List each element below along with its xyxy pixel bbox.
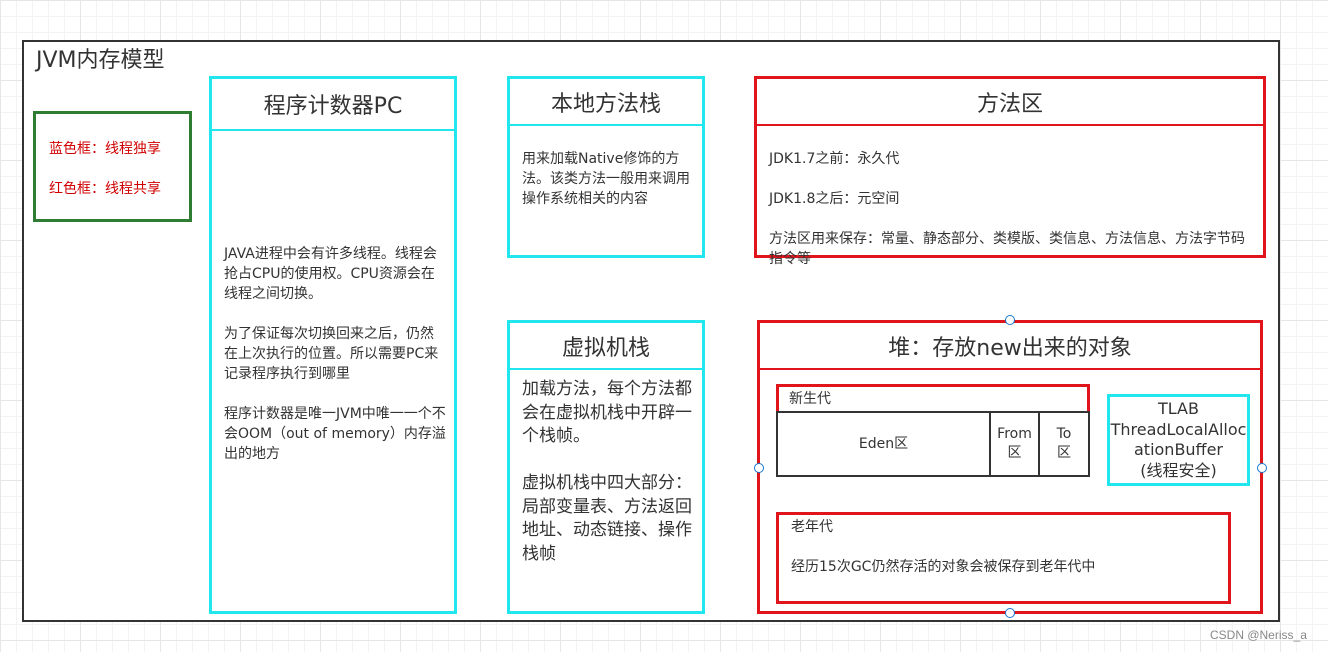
native-method-stack-description: 用来加载Native修饰的方法。该类方法一般用来调用操作系统相关的内容 bbox=[522, 151, 690, 207]
native-method-stack-box: 本地方法栈 用来加载Native修饰的方法。该类方法一般用来调用操作系统相关的内… bbox=[507, 76, 705, 258]
vm-stack-box: 虚拟机栈 加载方法，每个方法都会在虚拟机栈中开辟一个栈帧。 虚拟机栈中四大部分：… bbox=[507, 320, 705, 614]
pc-register-title: 程序计数器PC bbox=[212, 79, 454, 131]
native-method-stack-title: 本地方法栈 bbox=[510, 79, 702, 126]
resize-handle-top[interactable] bbox=[1005, 315, 1015, 325]
to-survivor-space: To 区 bbox=[1056, 426, 1072, 461]
method-area-description: JDK1.7之前：永久代 JDK1.8之后：元空间 方法区用来保存：常量、静态部… bbox=[769, 129, 1255, 289]
method-area-line-jdk17: JDK1.7之前：永久代 bbox=[769, 151, 900, 167]
legend-thread-private: 蓝色框：线程独享 bbox=[49, 141, 161, 157]
vm-stack-title: 虚拟机栈 bbox=[510, 323, 702, 370]
eden-space: Eden区 bbox=[778, 413, 991, 475]
legend-thread-shared: 红色框：线程共享 bbox=[49, 181, 161, 197]
method-area-line-jdk18: JDK1.8之后：元空间 bbox=[769, 191, 900, 207]
young-generation-spaces: Eden区 From 区 To 区 bbox=[776, 411, 1090, 477]
watermark: CSDN @Neriss_a bbox=[1210, 628, 1307, 642]
heap-title: 堆：存放new出来的对象 bbox=[760, 323, 1260, 370]
old-generation-description: 经历15次GC仍然存活的对象会被保存到老年代中 bbox=[791, 559, 1096, 575]
tlab-label: TLAB ThreadLocalAllocationBuffer (线程安全) bbox=[1110, 399, 1247, 480]
young-generation-label: 新生代 bbox=[789, 391, 831, 407]
pc-register-description: JAVA进程中会有许多线程。线程会抢占CPU的使用权。CPU资源会在线程之间切换… bbox=[224, 246, 446, 462]
method-area-box: 方法区 JDK1.7之前：永久代 JDK1.8之后：元空间 方法区用来保存：常量… bbox=[754, 76, 1266, 267]
pc-register-box: 程序计数器PC JAVA进程中会有许多线程。线程会抢占CPU的使用权。CPU资源… bbox=[209, 76, 457, 614]
diagram-title: JVM内存模型 bbox=[36, 48, 165, 73]
legend-box: 蓝色框：线程独享 红色框：线程共享 bbox=[33, 111, 192, 222]
resize-handle-bottom[interactable] bbox=[1005, 608, 1015, 618]
method-area-title: 方法区 bbox=[757, 79, 1263, 126]
method-area-line-contents: 方法区用来保存：常量、静态部分、类模版、类信息、方法信息、方法字节码指令等 bbox=[769, 231, 1245, 267]
tlab-box: TLAB ThreadLocalAllocationBuffer (线程安全) bbox=[1107, 394, 1250, 486]
from-survivor-space: From 区 bbox=[991, 413, 1040, 475]
resize-handle-left[interactable] bbox=[754, 463, 764, 473]
resize-handle-right[interactable] bbox=[1257, 463, 1267, 473]
old-generation-box: 老年代 经历15次GC仍然存活的对象会被保存到老年代中 bbox=[776, 512, 1231, 604]
vm-stack-description: 加载方法，每个方法都会在虚拟机栈中开辟一个栈帧。 虚拟机栈中四大部分： 局部变量… bbox=[522, 379, 692, 564]
old-generation-label: 老年代 bbox=[791, 519, 833, 535]
